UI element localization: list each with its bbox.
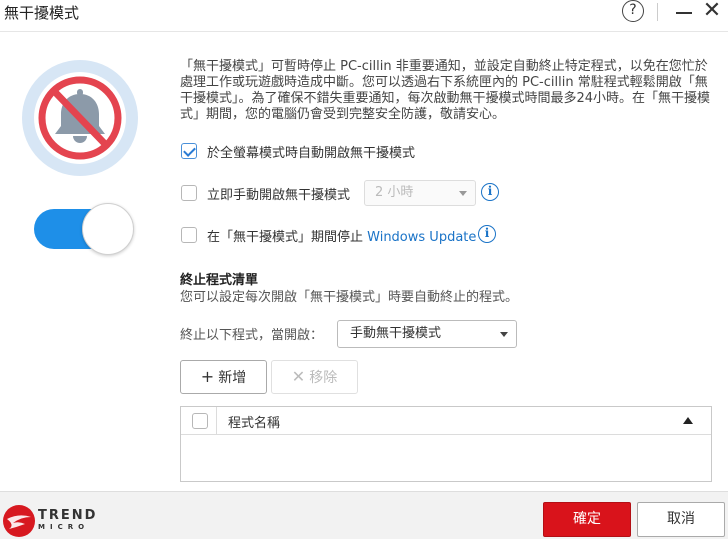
- close-button[interactable]: ✕: [700, 0, 724, 24]
- mode-description: 「無干擾模式」可暫時停止 PC-cillin 非重要通知，並設定自動終止特定程式…: [180, 59, 711, 122]
- fullscreen-auto-label: 於全螢幕模式時自動開啟無干擾模式: [207, 146, 416, 161]
- terminate-trigger-value: 手動無干擾模式: [350, 326, 442, 341]
- cancel-button[interactable]: 取消: [637, 502, 725, 537]
- table-header: 程式名稱: [181, 407, 711, 435]
- do-not-disturb-toggle[interactable]: [34, 203, 136, 255]
- info-icon[interactable]: i: [478, 225, 496, 243]
- chevron-down-icon: [459, 191, 467, 196]
- column-program-name[interactable]: 程式名稱: [228, 412, 280, 431]
- terminate-trigger-dropdown[interactable]: 手動無干擾模式: [337, 320, 517, 348]
- terminate-list-subtitle: 您可以設定每次開啟「無干擾模式」時要自動終止的程式。: [180, 290, 519, 305]
- chevron-down-icon: [500, 332, 508, 337]
- logo-swirl-icon: [7, 515, 31, 529]
- duration-dropdown[interactable]: 2 小時: [364, 180, 476, 206]
- toggle-knob: [82, 203, 134, 255]
- brand-name-bottom: MICRO: [38, 523, 90, 531]
- stop-windows-update-label: 在「無干擾模式」期間停止 Windows Update: [207, 226, 476, 245]
- manual-enable-checkbox[interactable]: [181, 185, 197, 201]
- muted-bell-icon: [34, 72, 126, 164]
- stop-windows-update-checkbox[interactable]: [181, 227, 197, 243]
- title-bar: 無干擾模式 ? ✕: [0, 0, 728, 32]
- duration-value: 2 小時: [375, 185, 414, 200]
- column-divider: [216, 407, 217, 435]
- brand-name-top: TREND: [38, 508, 98, 523]
- fullscreen-auto-checkbox[interactable]: [181, 143, 197, 159]
- windows-update-link[interactable]: Windows Update: [367, 230, 476, 245]
- stop-windows-update-prefix: 在「無干擾模式」期間停止: [207, 230, 368, 245]
- plus-icon: +: [200, 367, 215, 386]
- manual-enable-label: 立即手動開啟無干擾模式: [207, 188, 351, 203]
- add-program-button[interactable]: + 新增: [180, 360, 267, 394]
- info-icon[interactable]: i: [481, 183, 499, 201]
- add-program-label: 新增: [218, 370, 247, 386]
- minimize-button[interactable]: [672, 0, 696, 24]
- terminate-trigger-label: 終止以下程式，當開啟：: [180, 328, 324, 343]
- title-divider: [657, 3, 658, 21]
- help-icon[interactable]: ?: [622, 0, 644, 22]
- close-icon: ✕: [291, 367, 306, 386]
- footer-bar: TREND MICRO 確定 取消: [0, 491, 728, 539]
- trend-micro-logo-icon: [3, 505, 35, 537]
- program-table: 程式名稱: [180, 406, 712, 482]
- select-all-checkbox[interactable]: [192, 413, 208, 429]
- sort-ascending-icon[interactable]: [683, 417, 693, 424]
- do-not-disturb-illustration: [22, 60, 138, 176]
- remove-program-label: 移除: [309, 370, 338, 386]
- window-title: 無干擾模式: [4, 4, 80, 22]
- ok-button[interactable]: 確定: [543, 502, 631, 537]
- remove-program-button: ✕ 移除: [271, 360, 358, 394]
